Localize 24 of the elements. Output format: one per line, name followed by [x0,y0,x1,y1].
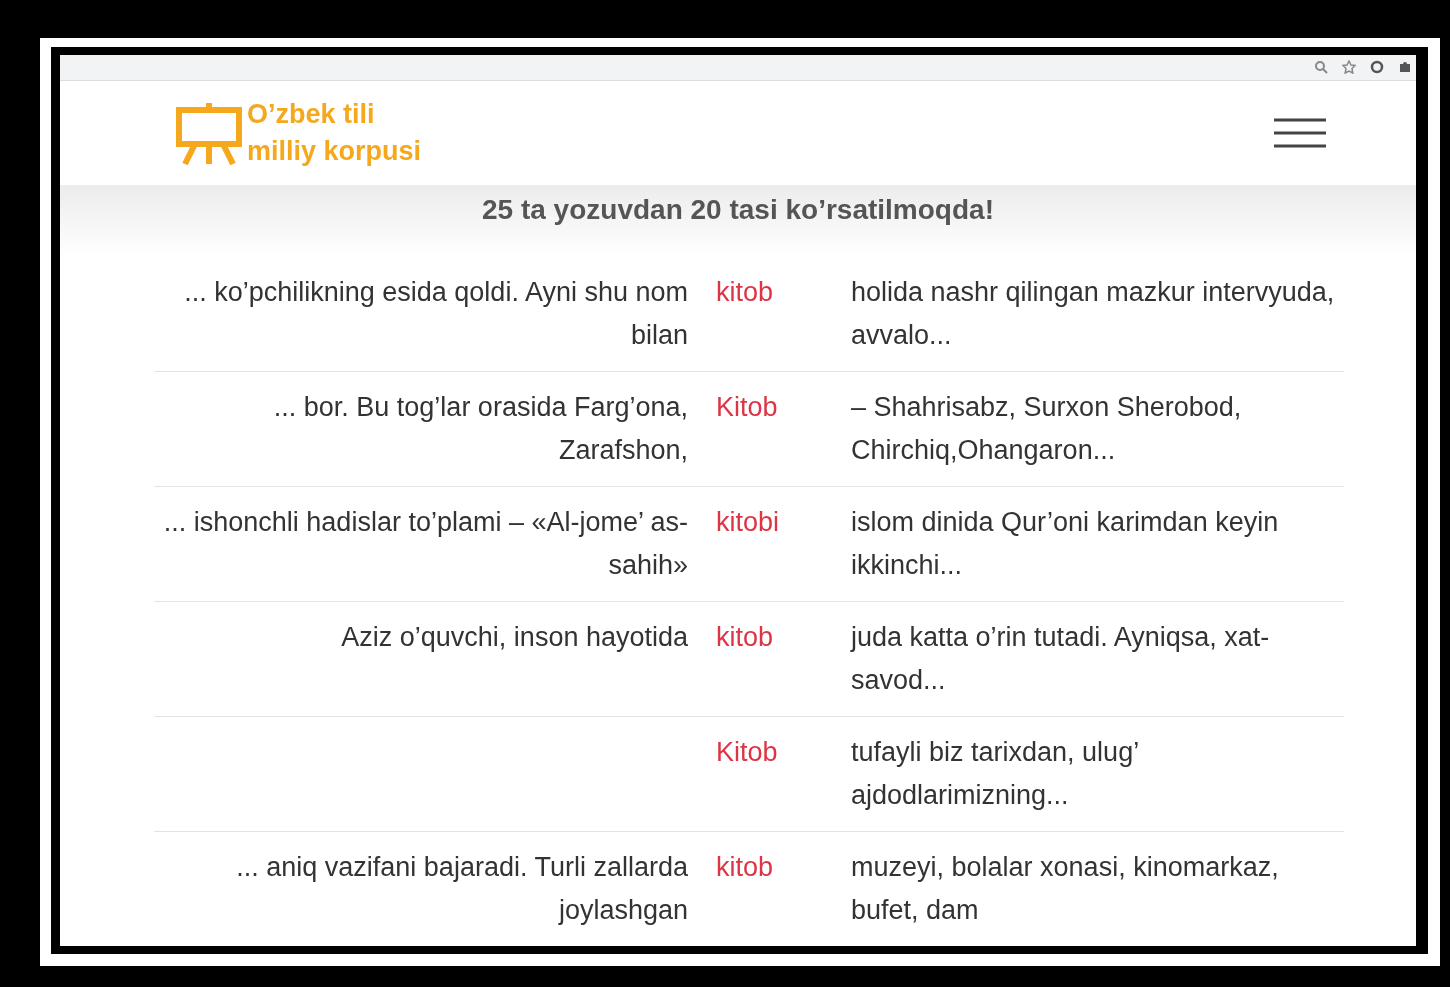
keyword: kitob [716,622,774,652]
keyword: kitob [716,277,774,307]
keyword: Kitob [716,392,778,422]
easel-icon [175,100,243,167]
zoom-icon[interactable] [1314,60,1328,75]
right-context: islom dinida Qur’oni karimdan keyin ikkinchi... [851,507,1279,580]
right-context: muzeyi, bolalar xonasi, kinomarkaz, bufet, dam [851,852,1279,925]
right-context: juda katta o’rin tutadi. Ayniqsa, xat-savod... [851,622,1270,695]
left-context: ... aniq vazifani bajaradi. Turli zallarda joylashgan [236,852,688,925]
menu-icon[interactable] [1274,117,1326,150]
left-context: ... ishonchli hadislar to’plami – «Al-jome’ as-sahih» [163,507,688,580]
right-context: holida nashr qilingan mazkur intervyuda, avvalo... [851,277,1335,350]
right-context: tufayli biz tarixdan, ulug’ ajdodlarimizning... [851,737,1139,810]
left-context: ... ko’pchilikning esida qoldi. Ayni shu nom bilan [184,277,688,350]
right-context: – Shahrisabz, Surxon Sherobod, Chirchiq,Ohangaron... [851,392,1242,465]
logo-text: milliy korpusi [247,135,422,169]
star-icon[interactable] [1342,60,1356,75]
left-context: Aziz o’quvchi, inson hayotida [341,622,688,652]
keyword: kitob [716,852,774,882]
keyword: kitobi [716,507,780,537]
results-heading: 25 ta yozuvdan 20 tasi ko’rsatilmoqda! [481,193,995,227]
keyword: Kitob [716,737,778,767]
left-context: ... bor. Bu tog’lar orasida Farg’ona, Zarafshon, [273,392,688,465]
logo-text: O’zbek tili [247,98,376,132]
